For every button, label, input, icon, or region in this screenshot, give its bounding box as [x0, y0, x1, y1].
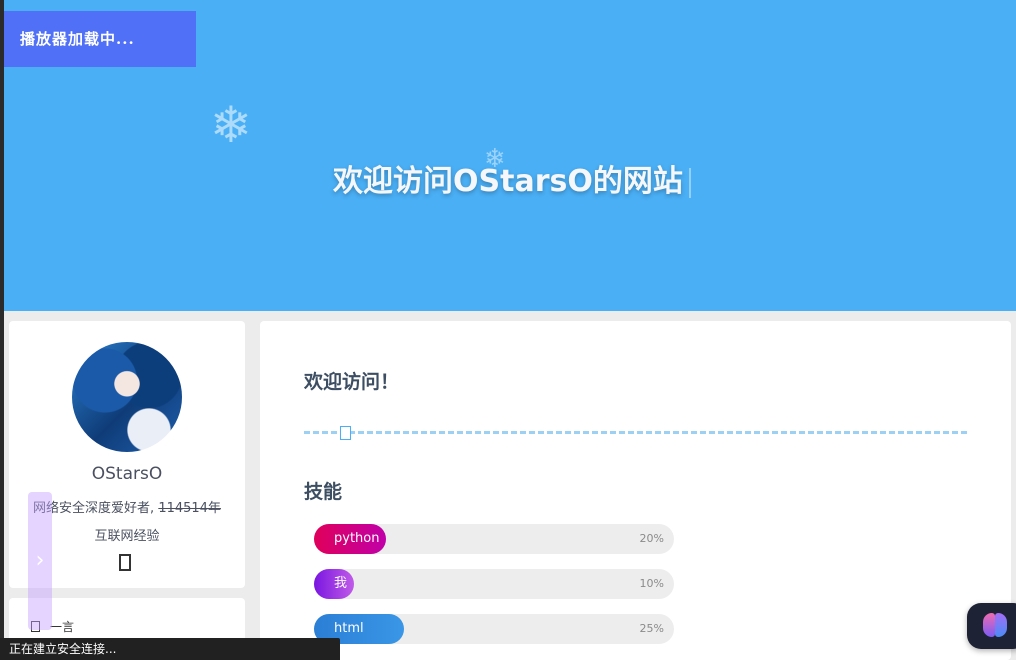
sidebar-toggle-button[interactable]: › [28, 492, 52, 630]
hero-title-text: 欢迎访问OStarsO的网站 [333, 164, 683, 199]
profile-desc-suffix: 互联网经验 [94, 529, 160, 544]
avatar[interactable] [72, 342, 182, 452]
divider-marker [340, 426, 351, 440]
music-player-status[interactable]: 播放器加载中... [4, 11, 196, 67]
hero-title: 欢迎访问OStarsO的网站 [333, 156, 691, 200]
hitokoto-label-text: 一言 [50, 620, 75, 634]
welcome-heading: 欢迎访问！ [304, 371, 400, 393]
skill-percent: 20% [639, 532, 664, 545]
brain-icon-right [995, 613, 1007, 637]
skill-percent: 10% [639, 577, 664, 590]
phone-icon[interactable] [119, 554, 131, 571]
profile-description: 网络安全深度爱好者, 114514年 互联网经验 [23, 495, 231, 551]
skill-bar: html 25% [314, 614, 674, 644]
skill-bar: 我 10% [314, 569, 674, 599]
skill-percent: 25% [639, 622, 664, 635]
browser-status-bar: 正在建立安全连接... [0, 638, 340, 660]
profile-name: OStarsO [91, 464, 163, 484]
typing-cursor [688, 167, 691, 198]
skill-bar: python 20% [314, 524, 674, 554]
dashed-divider [304, 431, 967, 434]
chevron-right-icon: › [35, 548, 45, 573]
skills-heading: 技能 [304, 481, 343, 503]
profile-desc-strike: 114514年 [158, 501, 221, 516]
snowflake-icon: ❄ [210, 96, 252, 154]
brain-icon [983, 613, 995, 637]
ai-assistant-button[interactable] [967, 603, 1016, 649]
skill-name: 我 [334, 576, 348, 591]
main-content-card: 欢迎访问！ 技能 python 20% 我 10% html 25% [260, 321, 1011, 660]
skill-name: python [334, 531, 380, 546]
